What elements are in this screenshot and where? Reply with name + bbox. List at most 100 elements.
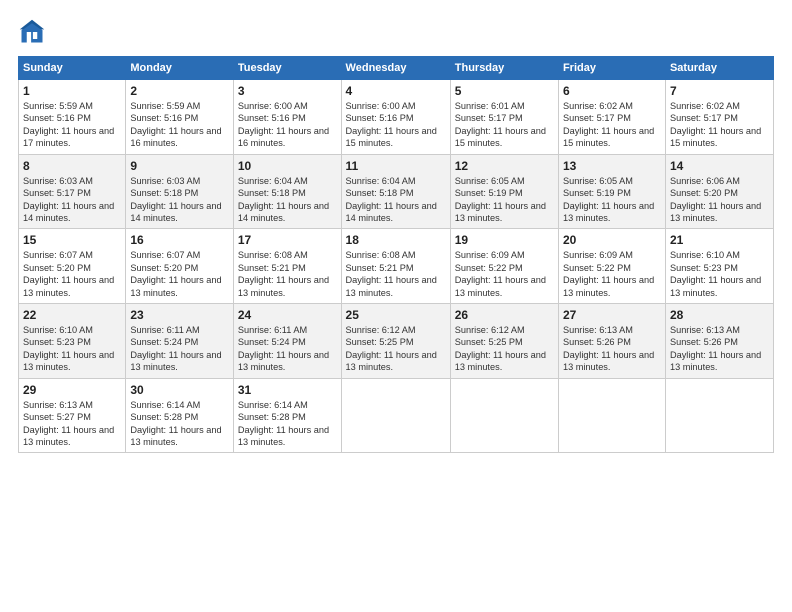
day-number: 27 bbox=[563, 308, 661, 322]
calendar-cell: 7 Sunrise: 6:02 AM Sunset: 5:17 PM Daylig… bbox=[665, 80, 773, 155]
day-number: 14 bbox=[670, 159, 769, 173]
day-info: Sunrise: 6:04 AM Sunset: 5:18 PM Dayligh… bbox=[346, 175, 446, 225]
calendar-cell: 25 Sunrise: 6:12 AM Sunset: 5:25 PM Dayli… bbox=[341, 304, 450, 379]
day-number: 4 bbox=[346, 84, 446, 98]
calendar-cell: 17Sunrise: 6:08 AM Sunset: 5:21 PM Dayli… bbox=[233, 229, 341, 304]
weekday-header-sunday: Sunday bbox=[19, 57, 126, 80]
calendar-cell: 26 Sunrise: 6:12 AM Sunset: 5:25 PM Dayli… bbox=[450, 304, 558, 379]
day-info: Sunrise: 6:08 AM Sunset: 5:21 PM Dayligh… bbox=[346, 249, 446, 299]
page: SundayMondayTuesdayWednesdayThursdayFrid… bbox=[0, 0, 792, 612]
day-number: 21 bbox=[670, 233, 769, 247]
weekday-header-friday: Friday bbox=[558, 57, 665, 80]
calendar-cell bbox=[665, 378, 773, 453]
day-number: 12 bbox=[455, 159, 554, 173]
calendar-cell: 14 Sunrise: 6:06 AM Sunset: 5:20 PM Dayli… bbox=[665, 154, 773, 229]
day-info: Sunrise: 6:12 AM Sunset: 5:25 PM Dayligh… bbox=[346, 324, 446, 374]
calendar-cell: 27 Sunrise: 6:13 AM Sunset: 5:26 PM Dayli… bbox=[558, 304, 665, 379]
day-number: 17 bbox=[238, 233, 337, 247]
logo-icon bbox=[18, 18, 46, 46]
day-info: Sunrise: 6:13 AM Sunset: 5:26 PM Dayligh… bbox=[670, 324, 769, 374]
weekday-header-saturday: Saturday bbox=[665, 57, 773, 80]
day-info: Sunrise: 6:01 AM Sunset: 5:17 PM Dayligh… bbox=[455, 100, 554, 150]
calendar-cell: 3 Sunrise: 6:00 AM Sunset: 5:16 PM Daylig… bbox=[233, 80, 341, 155]
calendar-cell: 29 Sunrise: 6:13 AM Sunset: 5:27 PM Dayli… bbox=[19, 378, 126, 453]
day-info: Sunrise: 6:13 AM Sunset: 5:27 PM Dayligh… bbox=[23, 399, 121, 449]
day-info: Sunrise: 6:14 AM Sunset: 5:28 PM Dayligh… bbox=[130, 399, 229, 449]
calendar-cell: 28 Sunrise: 6:13 AM Sunset: 5:26 PM Dayli… bbox=[665, 304, 773, 379]
day-info: Sunrise: 6:13 AM Sunset: 5:26 PM Dayligh… bbox=[563, 324, 661, 374]
day-info: Sunrise: 6:04 AM Sunset: 5:18 PM Dayligh… bbox=[238, 175, 337, 225]
week-row-5: 29 Sunrise: 6:13 AM Sunset: 5:27 PM Dayli… bbox=[19, 378, 774, 453]
day-number: 26 bbox=[455, 308, 554, 322]
calendar-cell: 12Sunrise: 6:05 AM Sunset: 5:19 PM Dayli… bbox=[450, 154, 558, 229]
week-row-1: 1 Sunrise: 5:59 AM Sunset: 5:16 PM Daylig… bbox=[19, 80, 774, 155]
calendar-cell: 18 Sunrise: 6:08 AM Sunset: 5:21 PM Dayli… bbox=[341, 229, 450, 304]
day-number: 20 bbox=[563, 233, 661, 247]
day-info: Sunrise: 5:59 AM Sunset: 5:16 PM Dayligh… bbox=[130, 100, 229, 150]
day-info: Sunrise: 6:00 AM Sunset: 5:16 PM Dayligh… bbox=[346, 100, 446, 150]
day-number: 5 bbox=[455, 84, 554, 98]
calendar-cell: 9 Sunrise: 6:03 AM Sunset: 5:18 PM Daylig… bbox=[126, 154, 234, 229]
header bbox=[18, 18, 774, 46]
day-info: Sunrise: 6:09 AM Sunset: 5:22 PM Dayligh… bbox=[455, 249, 554, 299]
day-number: 18 bbox=[346, 233, 446, 247]
day-info: Sunrise: 5:59 AM Sunset: 5:16 PM Dayligh… bbox=[23, 100, 121, 150]
calendar-cell: 10 Sunrise: 6:04 AM Sunset: 5:18 PM Dayli… bbox=[233, 154, 341, 229]
weekday-header-row: SundayMondayTuesdayWednesdayThursdayFrid… bbox=[19, 57, 774, 80]
day-number: 16 bbox=[130, 233, 229, 247]
day-number: 29 bbox=[23, 383, 121, 397]
week-row-4: 22 Sunrise: 6:10 AM Sunset: 5:23 PM Dayli… bbox=[19, 304, 774, 379]
day-info: Sunrise: 6:03 AM Sunset: 5:18 PM Dayligh… bbox=[130, 175, 229, 225]
calendar-cell: 8 Sunrise: 6:03 AM Sunset: 5:17 PM Daylig… bbox=[19, 154, 126, 229]
calendar-cell: 5 Sunrise: 6:01 AM Sunset: 5:17 PM Daylig… bbox=[450, 80, 558, 155]
week-row-3: 15Sunrise: 6:07 AM Sunset: 5:20 PM Dayli… bbox=[19, 229, 774, 304]
day-number: 6 bbox=[563, 84, 661, 98]
day-number: 24 bbox=[238, 308, 337, 322]
day-info: Sunrise: 6:10 AM Sunset: 5:23 PM Dayligh… bbox=[23, 324, 121, 374]
weekday-header-tuesday: Tuesday bbox=[233, 57, 341, 80]
day-number: 11 bbox=[346, 159, 446, 173]
calendar-cell: 4 Sunrise: 6:00 AM Sunset: 5:16 PM Daylig… bbox=[341, 80, 450, 155]
week-row-2: 8 Sunrise: 6:03 AM Sunset: 5:17 PM Daylig… bbox=[19, 154, 774, 229]
day-number: 10 bbox=[238, 159, 337, 173]
calendar-cell: 31 Sunrise: 6:14 AM Sunset: 5:28 PM Dayli… bbox=[233, 378, 341, 453]
calendar-cell: 30 Sunrise: 6:14 AM Sunset: 5:28 PM Dayli… bbox=[126, 378, 234, 453]
day-info: Sunrise: 6:02 AM Sunset: 5:17 PM Dayligh… bbox=[670, 100, 769, 150]
calendar-cell: 11 Sunrise: 6:04 AM Sunset: 5:18 PM Dayli… bbox=[341, 154, 450, 229]
day-number: 2 bbox=[130, 84, 229, 98]
day-info: Sunrise: 6:06 AM Sunset: 5:20 PM Dayligh… bbox=[670, 175, 769, 225]
calendar-cell: 2 Sunrise: 5:59 AM Sunset: 5:16 PM Daylig… bbox=[126, 80, 234, 155]
logo bbox=[18, 18, 50, 46]
day-number: 30 bbox=[130, 383, 229, 397]
calendar-cell bbox=[450, 378, 558, 453]
day-number: 19 bbox=[455, 233, 554, 247]
day-info: Sunrise: 6:11 AM Sunset: 5:24 PM Dayligh… bbox=[238, 324, 337, 374]
day-info: Sunrise: 6:11 AM Sunset: 5:24 PM Dayligh… bbox=[130, 324, 229, 374]
day-info: Sunrise: 6:10 AM Sunset: 5:23 PM Dayligh… bbox=[670, 249, 769, 299]
calendar-cell: 22 Sunrise: 6:10 AM Sunset: 5:23 PM Dayli… bbox=[19, 304, 126, 379]
day-info: Sunrise: 6:03 AM Sunset: 5:17 PM Dayligh… bbox=[23, 175, 121, 225]
day-number: 1 bbox=[23, 84, 121, 98]
calendar-cell: 20 Sunrise: 6:09 AM Sunset: 5:22 PM Dayli… bbox=[558, 229, 665, 304]
day-info: Sunrise: 6:00 AM Sunset: 5:16 PM Dayligh… bbox=[238, 100, 337, 150]
day-number: 31 bbox=[238, 383, 337, 397]
calendar-cell: 24 Sunrise: 6:11 AM Sunset: 5:24 PM Dayli… bbox=[233, 304, 341, 379]
weekday-header-monday: Monday bbox=[126, 57, 234, 80]
day-number: 22 bbox=[23, 308, 121, 322]
calendar-cell: 13Sunrise: 6:05 AM Sunset: 5:19 PM Dayli… bbox=[558, 154, 665, 229]
day-number: 28 bbox=[670, 308, 769, 322]
calendar-cell bbox=[558, 378, 665, 453]
weekday-header-thursday: Thursday bbox=[450, 57, 558, 80]
weekday-header-wednesday: Wednesday bbox=[341, 57, 450, 80]
day-number: 3 bbox=[238, 84, 337, 98]
calendar-cell: 19 Sunrise: 6:09 AM Sunset: 5:22 PM Dayli… bbox=[450, 229, 558, 304]
day-info: Sunrise: 6:05 AM Sunset: 5:19 PM Dayligh… bbox=[563, 175, 661, 225]
day-number: 8 bbox=[23, 159, 121, 173]
day-number: 9 bbox=[130, 159, 229, 173]
day-number: 7 bbox=[670, 84, 769, 98]
day-info: Sunrise: 6:14 AM Sunset: 5:28 PM Dayligh… bbox=[238, 399, 337, 449]
day-info: Sunrise: 6:12 AM Sunset: 5:25 PM Dayligh… bbox=[455, 324, 554, 374]
day-number: 25 bbox=[346, 308, 446, 322]
day-info: Sunrise: 6:09 AM Sunset: 5:22 PM Dayligh… bbox=[563, 249, 661, 299]
day-info: Sunrise: 6:02 AM Sunset: 5:17 PM Dayligh… bbox=[563, 100, 661, 150]
